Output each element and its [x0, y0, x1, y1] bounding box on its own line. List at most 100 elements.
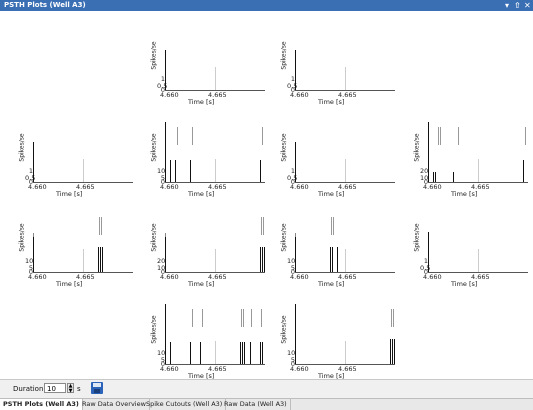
x-tick-label: 4.660	[160, 365, 179, 373]
spike-line	[33, 142, 34, 182]
duration-unit: s	[77, 385, 81, 393]
duration-spinner[interactable]: ▲ ▼	[67, 383, 74, 394]
spike-line	[453, 172, 454, 182]
spike-line	[260, 160, 261, 182]
x-gridline	[345, 159, 346, 182]
spike-line-gray	[241, 309, 242, 328]
psth-plot-r3c2: Spikes/se 10 5 0 4.660 4.665 Time [s]	[270, 293, 395, 380]
spike-line	[170, 342, 171, 364]
y-axis-label: Spikes/se	[150, 315, 158, 344]
x-tick-label: 4.660	[423, 273, 442, 281]
psth-plot-r2c3: Spikes/se 1 0,5 0 4.660 4.665 Time [s]	[403, 201, 528, 288]
spike-line	[337, 247, 338, 272]
spike-line	[190, 160, 191, 182]
spike-line-gray	[192, 127, 193, 146]
spike-line	[190, 342, 191, 364]
spike-line-gray	[99, 217, 100, 236]
spike-line	[295, 304, 296, 364]
x-axis-label: Time [s]	[56, 280, 83, 288]
window-title: PSTH Plots (Well A3)	[4, 1, 86, 9]
spike-line-gray	[263, 217, 264, 236]
spike-line-gray	[393, 309, 394, 328]
spike-line-gray	[440, 127, 441, 146]
psth-plot-r2c1: Spikes/se 20 10 0 4.660 4.665 Time [s]	[140, 201, 265, 288]
tab-raw-data-overview[interactable]: Raw Data Overview	[79, 399, 150, 410]
spike-line	[242, 342, 243, 364]
spike-line	[165, 50, 166, 90]
spike-line	[394, 339, 395, 364]
dropdown-icon[interactable]: ▾	[505, 0, 509, 11]
y-axis-label: Spikes/se	[413, 133, 421, 162]
tab-spike-cutouts[interactable]: Spike Cutouts (Well A3)	[143, 399, 227, 410]
spike-line	[250, 342, 251, 364]
x-tick-label: 4.660	[423, 183, 442, 191]
y-axis-label: Spikes/se	[280, 223, 288, 252]
x-gridline	[345, 67, 346, 90]
x-tick-label: 4.660	[28, 273, 47, 281]
spike-line	[330, 247, 331, 272]
y-axis-label: Spikes/se	[280, 41, 288, 70]
spike-line	[295, 50, 296, 90]
psth-plot-r2c0: Spikes/se 10 5 0 4.660 4.665 Time [s]	[8, 201, 133, 288]
window-titlebar: PSTH Plots (Well A3) ▾ ⇧ ✕	[0, 0, 533, 11]
duration-input[interactable]: 10	[44, 383, 66, 393]
spike-line	[390, 339, 391, 364]
x-axis-label: Time [s]	[56, 190, 83, 198]
save-icon[interactable]	[91, 382, 103, 394]
x-gridline	[215, 159, 216, 182]
tab-raw-data[interactable]: Raw Data (Well A3)	[221, 399, 291, 410]
x-gridline	[345, 249, 346, 272]
spike-line-gray	[438, 127, 439, 146]
x-axis-label: Time [s]	[318, 98, 345, 106]
spike-line	[262, 342, 263, 364]
document-tabs: PSTH Plots (Well A3) Raw Data Overview S…	[0, 398, 533, 410]
x-axis-label: Time [s]	[451, 190, 478, 198]
spike-line	[33, 237, 34, 272]
spike-line-gray	[333, 217, 334, 236]
spike-line	[523, 160, 524, 182]
x-axis-label: Time [s]	[188, 98, 215, 106]
psth-plot-r1c1: Spikes/se 10 5 0 4.660 4.665 Time [s]	[140, 111, 265, 198]
spike-line-gray	[192, 309, 193, 328]
x-gridline	[215, 249, 216, 272]
x-axis-label: Time [s]	[318, 190, 345, 198]
x-tick-label: 4.660	[28, 183, 47, 191]
close-icon[interactable]: ✕	[524, 0, 531, 11]
spike-line	[100, 247, 101, 272]
psth-plot-r2c2: Spikes/se 10 5 0 4.660 4.665 Time [s]	[270, 201, 395, 288]
spike-line-gray	[177, 127, 178, 146]
spike-line-gray	[262, 127, 263, 146]
x-gridline	[478, 159, 479, 182]
spike-line	[435, 172, 436, 182]
x-tick-label: 4.660	[160, 183, 179, 191]
spike-line	[332, 247, 333, 272]
x-axis-label: Time [s]	[188, 190, 215, 198]
x-gridline	[478, 249, 479, 272]
psth-plot-r1c0: Spikes/se 1 0,5 0 4.660 4.665 Time [s]	[8, 111, 133, 198]
spike-line-gray	[525, 127, 526, 146]
x-gridline	[345, 341, 346, 364]
duration-label: Duration:	[13, 385, 46, 393]
pin-icon[interactable]: ⇧	[514, 0, 521, 11]
y-axis-label: Spikes/se	[413, 223, 421, 252]
x-axis-label: Time [s]	[451, 280, 478, 288]
spike-line	[175, 160, 176, 182]
spike-line	[428, 232, 429, 272]
duration-toolbar: Duration: 10 ▲ ▼ s	[0, 379, 533, 399]
x-tick-label: 4.660	[290, 273, 309, 281]
x-tick-label: 4.660	[290, 365, 309, 373]
x-gridline	[215, 67, 216, 90]
spike-line	[260, 247, 261, 272]
spike-line-gray	[101, 217, 102, 236]
spike-line-gray	[251, 309, 252, 328]
spike-line	[392, 339, 393, 364]
tab-psth-plots[interactable]: PSTH Plots (Well A3)	[0, 399, 83, 410]
y-axis-label: Spikes/se	[280, 315, 288, 344]
y-axis-label: Spikes/se	[150, 41, 158, 70]
x-gridline	[83, 159, 84, 182]
y-axis-label: Spikes/se	[150, 133, 158, 162]
spike-line	[240, 342, 241, 364]
x-gridline	[83, 249, 84, 272]
spike-line	[244, 342, 245, 364]
spike-line	[102, 247, 103, 272]
